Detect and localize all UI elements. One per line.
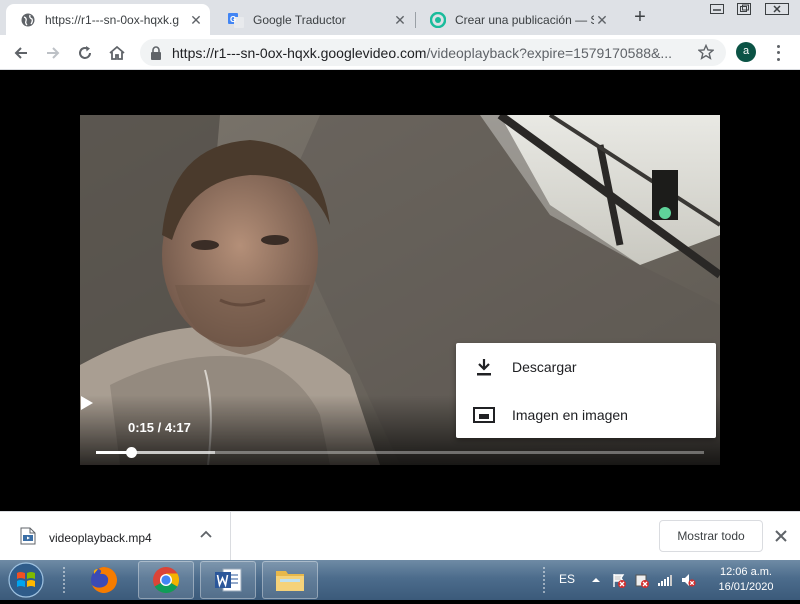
url-text: https://r1---sn-0ox-hqxk.googlevideo.com… bbox=[172, 45, 672, 61]
video-viewport: 0:15 / 4:17 Descargar Imagen en imagen bbox=[0, 70, 800, 511]
browser-toolbar: https://r1---sn-0ox-hqxk.googlevideo.com… bbox=[0, 35, 800, 70]
taskbar-grip bbox=[542, 566, 546, 594]
tab-title: Crear una publicación — S bbox=[455, 12, 594, 27]
video-file-icon bbox=[20, 527, 36, 545]
picture-in-picture-icon bbox=[473, 407, 495, 423]
taskbar-grip bbox=[62, 566, 66, 594]
forward-arrow-icon bbox=[47, 47, 60, 59]
close-window-button[interactable] bbox=[760, 0, 794, 18]
firefox-icon bbox=[91, 567, 117, 593]
context-item-label: Descargar bbox=[512, 359, 577, 375]
download-shelf: videoplayback.mp4 Mostrar todo bbox=[0, 511, 800, 560]
taskbar-file-explorer[interactable] bbox=[262, 561, 318, 599]
progress-thumb[interactable] bbox=[126, 447, 138, 458]
tab-strip: https://r1---sn-0ox-hqxk.g ✕ G Google Tr… bbox=[0, 0, 800, 35]
url-path: /videoplayback?expire=1579170588&... bbox=[426, 44, 672, 61]
video-progress-bar[interactable] bbox=[96, 447, 704, 458]
home-icon bbox=[109, 45, 125, 60]
show-all-downloads-button[interactable]: Mostrar todo bbox=[659, 520, 763, 552]
close-tab-icon[interactable]: ✕ bbox=[392, 12, 408, 28]
taskbar-firefox[interactable] bbox=[76, 561, 132, 599]
windows-taskbar: ES 12:06 a.m. 16/01/2020 bbox=[0, 560, 800, 600]
close-tab-icon[interactable]: ✕ bbox=[188, 12, 204, 28]
download-icon bbox=[477, 359, 491, 376]
start-button[interactable] bbox=[6, 561, 46, 599]
new-tab-button[interactable]: + bbox=[628, 6, 652, 30]
address-bar[interactable]: https://r1---sn-0ox-hqxk.googlevideo.com… bbox=[140, 39, 726, 66]
action-center-flag-icon[interactable] bbox=[611, 572, 627, 588]
minimize-window-button[interactable] bbox=[704, 0, 730, 18]
video-time-display: 0:15 / 4:17 bbox=[128, 420, 191, 435]
tab-videoplayback[interactable]: https://r1---sn-0ox-hqxk.g ✕ bbox=[6, 4, 210, 35]
context-item-download[interactable]: Descargar bbox=[456, 345, 716, 389]
tab-title: Google Traductor bbox=[253, 12, 346, 27]
back-button[interactable] bbox=[8, 40, 34, 66]
download-file-name: videoplayback.mp4 bbox=[49, 531, 152, 545]
file-explorer-icon bbox=[276, 571, 304, 591]
restore-window-button[interactable] bbox=[731, 0, 757, 18]
tab-google-translate[interactable]: G Google Traductor ✕ bbox=[214, 4, 414, 35]
tab-title: https://r1---sn-0ox-hqxk.g bbox=[45, 12, 180, 27]
clock-date: 16/01/2020 bbox=[718, 581, 774, 593]
context-item-label: Imagen en imagen bbox=[512, 407, 628, 423]
back-arrow-icon bbox=[14, 47, 27, 59]
security-tray-icon[interactable] bbox=[634, 572, 650, 588]
tab-crear-publicacion[interactable]: Crear una publicación — S ✕ bbox=[416, 4, 616, 35]
taskbar-word[interactable] bbox=[200, 561, 256, 599]
volume-muted-icon[interactable] bbox=[680, 572, 696, 588]
download-item[interactable]: videoplayback.mp4 bbox=[0, 512, 231, 560]
bookmark-star-icon[interactable] bbox=[698, 44, 714, 60]
lock-icon bbox=[151, 45, 161, 60]
close-shelf-icon[interactable] bbox=[773, 528, 789, 544]
google-translate-icon: G bbox=[228, 12, 244, 28]
close-tab-icon[interactable]: ✕ bbox=[594, 12, 610, 28]
site-logo-icon bbox=[430, 11, 446, 28]
language-indicator[interactable]: ES bbox=[559, 572, 575, 586]
profile-avatar[interactable]: a bbox=[736, 42, 756, 62]
globe-icon bbox=[20, 12, 36, 28]
reload-icon bbox=[79, 46, 91, 59]
play-icon[interactable] bbox=[80, 395, 94, 411]
browser-menu-icon[interactable] bbox=[770, 43, 786, 63]
chevron-up-icon[interactable] bbox=[199, 528, 213, 542]
context-item-picture-in-picture[interactable]: Imagen en imagen bbox=[456, 393, 716, 437]
forward-button[interactable] bbox=[40, 40, 66, 66]
network-signal-icon[interactable] bbox=[657, 572, 673, 588]
system-clock[interactable]: 12:06 a.m. 16/01/2020 bbox=[705, 565, 787, 595]
chrome-icon bbox=[153, 567, 180, 594]
taskbar-chrome[interactable] bbox=[138, 561, 194, 599]
word-icon bbox=[215, 568, 242, 592]
video-context-menu: Descargar Imagen en imagen bbox=[456, 343, 716, 438]
url-host: https://r1---sn-0ox-hqxk.googlevideo.com bbox=[172, 44, 427, 61]
reload-button[interactable] bbox=[72, 40, 98, 66]
tray-expand-icon[interactable] bbox=[588, 572, 604, 588]
svg-text:G: G bbox=[230, 15, 236, 24]
windows-start-icon bbox=[8, 562, 44, 598]
home-button[interactable] bbox=[104, 40, 130, 66]
clock-time: 12:06 a.m. bbox=[720, 566, 772, 578]
